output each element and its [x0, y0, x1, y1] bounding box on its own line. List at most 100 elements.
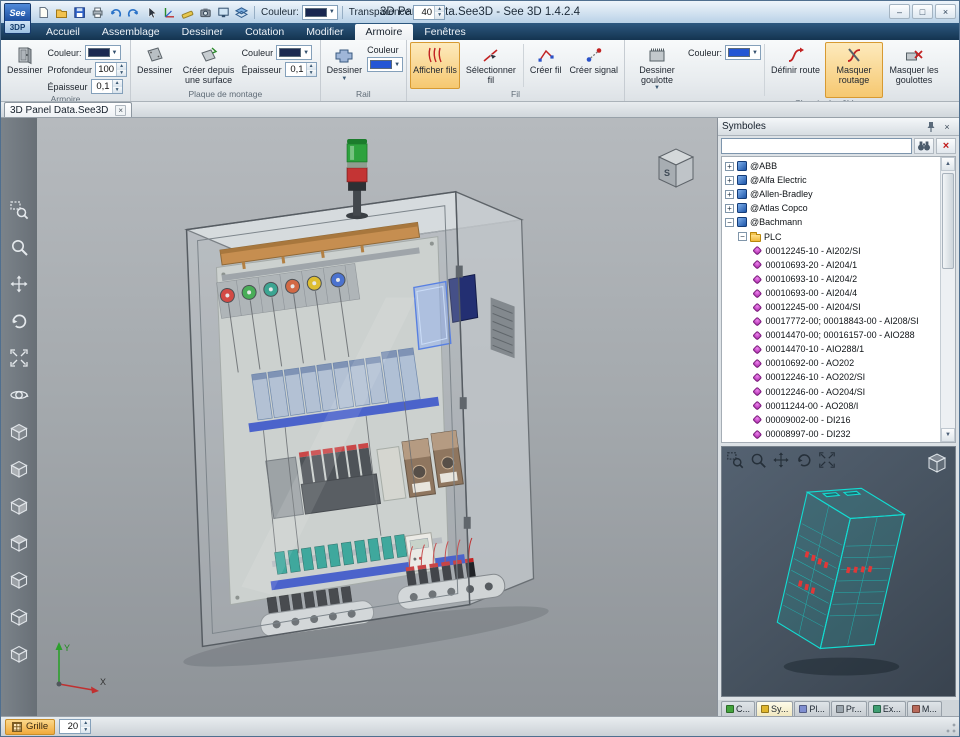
pan-icon[interactable]	[772, 451, 790, 474]
tab-dessiner[interactable]: Dessiner	[171, 24, 234, 40]
spin-down-icon[interactable]: ▼	[117, 70, 126, 77]
tab-modifier[interactable]: Modifier	[295, 24, 354, 40]
print-icon[interactable]	[89, 4, 106, 21]
new-file-icon[interactable]	[35, 4, 52, 21]
document-tab[interactable]: 3D Panel Data.See3D ×	[4, 102, 132, 117]
tree-item[interactable]: 00014470-10 - AIO288/1	[722, 342, 940, 356]
view-top-icon[interactable]	[7, 531, 31, 555]
plaque-color-dropdown[interactable]: ▼	[276, 45, 312, 60]
tree-item[interactable]: 00012245-10 - AI202/SI	[722, 244, 940, 258]
tree-item[interactable]: 00010693-20 - AI204/1	[722, 258, 940, 272]
zoom-icon[interactable]	[7, 235, 31, 259]
epaisseur-spinner[interactable]: 0,1▲▼	[91, 79, 123, 94]
afficher-goulottes-connectees-button[interactable]: Afficher les goulottes connectées	[945, 42, 959, 98]
axes-icon[interactable]	[161, 4, 178, 21]
search-binoculars-icon[interactable]	[914, 138, 934, 154]
tab-fenetres[interactable]: Fenêtres	[413, 24, 476, 40]
plaque-creer-surface-button[interactable]: Créer depuis une surface	[178, 42, 240, 89]
open-folder-icon[interactable]	[53, 4, 70, 21]
tab-accueil[interactable]: Accueil	[35, 24, 91, 40]
expand-icon[interactable]: +	[725, 190, 734, 199]
spin-down-icon[interactable]: ▼	[307, 70, 316, 77]
transparence-spinner[interactable]: 40 ▲▼	[413, 5, 445, 20]
close-button[interactable]: ×	[935, 4, 956, 19]
tab-cotation[interactable]: Cotation	[234, 24, 295, 40]
tree-item[interactable]: 00010693-00 - AI204/4	[722, 286, 940, 300]
view-front-icon[interactable]	[7, 457, 31, 481]
3d-viewport[interactable]: S Y X	[37, 118, 717, 716]
tree-item[interactable]: 00017772-00; 00018843-00 - AI208/SI	[722, 314, 940, 328]
creer-fil-button[interactable]: Créer fil	[527, 42, 565, 89]
panel-tab-plans[interactable]: Pl...	[794, 701, 830, 716]
zoom-fit-icon[interactable]	[7, 346, 31, 370]
clear-search-icon[interactable]: ×	[936, 138, 956, 154]
definir-route-button[interactable]: Définir route	[768, 42, 823, 98]
rail-dessiner-button[interactable]: Dessiner ▼	[324, 42, 366, 89]
camera-icon[interactable]	[197, 4, 214, 21]
document-close-icon[interactable]: ×	[115, 105, 126, 116]
view-bottom-icon[interactable]	[7, 642, 31, 666]
profondeur-spinner[interactable]: 100▲▼	[95, 62, 127, 77]
grid-size-spinner[interactable]: 20 ▲▼	[59, 719, 91, 734]
view-back-icon[interactable]	[7, 605, 31, 629]
view-iso-icon[interactable]	[7, 420, 31, 444]
plaque-dessiner-button[interactable]: Dessiner	[134, 42, 176, 89]
resize-grip[interactable]	[945, 722, 957, 734]
scrollbar-thumb[interactable]	[942, 173, 954, 269]
armoire-color-dropdown[interactable]: ▼	[85, 45, 121, 60]
rotate-view-icon[interactable]	[795, 451, 813, 474]
symbol-preview[interactable]	[721, 446, 956, 697]
panel-tab-symboles[interactable]: Sy...	[756, 701, 793, 716]
tree-item[interactable]: 00014470-00; 00016157-00 - AIO288	[722, 328, 940, 342]
expand-icon[interactable]: +	[725, 176, 734, 185]
zoom-window-icon[interactable]	[7, 198, 31, 222]
spin-down-icon[interactable]: ▼	[81, 727, 90, 734]
collapse-icon[interactable]: −	[738, 232, 747, 241]
spin-down-icon[interactable]: ▼	[113, 87, 122, 94]
expand-icon[interactable]: +	[725, 204, 734, 213]
preview-orientation-cube[interactable]	[924, 451, 950, 475]
redo-icon[interactable]	[125, 4, 142, 21]
tree-scrollbar[interactable]: ▲ ▼	[940, 157, 955, 442]
pan-icon[interactable]	[7, 272, 31, 296]
grid-toggle-button[interactable]: Grille	[5, 719, 55, 735]
plaque-epaisseur-spinner[interactable]: 0,1▲▼	[285, 62, 317, 77]
armoire-dessiner-button[interactable]: Dessiner	[4, 42, 46, 94]
tree-folder-plc[interactable]: −PLC	[722, 229, 940, 243]
save-icon[interactable]	[71, 4, 88, 21]
undo-icon[interactable]	[107, 4, 124, 21]
expand-icon[interactable]: +	[725, 162, 734, 171]
masquer-goulottes-button[interactable]: Masquer les goulottes	[885, 42, 943, 98]
zoom-icon[interactable]	[749, 451, 767, 474]
qat-color-dropdown[interactable]: ▼	[302, 5, 338, 20]
tree-item[interactable]: 00008997-00 - DI232	[722, 427, 940, 441]
tree-item[interactable]: 00012246-10 - AO202/SI	[722, 370, 940, 384]
tree-item[interactable]: 00011244-00 - AO208/I	[722, 399, 940, 413]
ruler-icon[interactable]	[179, 4, 196, 21]
tree-item[interactable]: 00010692-00 - AO202	[722, 356, 940, 370]
tree-item[interactable]: 00012245-00 - AI204/SI	[722, 300, 940, 314]
pointer-icon[interactable]	[143, 4, 160, 21]
orbit-icon[interactable]	[7, 383, 31, 407]
minimize-button[interactable]: –	[889, 4, 910, 19]
tree-brand-allen-bradley[interactable]: +@Allen-Bradley	[722, 187, 940, 201]
tree-item[interactable]: 00010693-10 - AI204/2	[722, 272, 940, 286]
collapse-icon[interactable]: −	[725, 218, 734, 227]
zoom-fit-icon[interactable]	[818, 451, 836, 474]
tab-armoire[interactable]: Armoire	[355, 24, 414, 40]
panel-tab-explorateur[interactable]: Ex...	[868, 701, 906, 716]
dessiner-goulotte-button[interactable]: Dessiner goulotte ▼	[628, 42, 686, 98]
afficher-fils-button[interactable]: Afficher fils	[410, 42, 460, 89]
tab-assemblage[interactable]: Assemblage	[91, 24, 171, 40]
layers-icon[interactable]	[233, 4, 250, 21]
spin-down-icon[interactable]: ▼	[435, 12, 444, 19]
view-left-icon[interactable]	[7, 568, 31, 592]
rail-color-dropdown[interactable]: ▼	[367, 57, 403, 72]
pin-icon[interactable]	[923, 120, 939, 134]
scroll-down-icon[interactable]: ▼	[941, 428, 955, 442]
panel-tab-proprietes[interactable]: Pr...	[831, 701, 867, 716]
selectionner-fil-button[interactable]: Sélectionner fil	[462, 42, 520, 89]
zoom-window-icon[interactable]	[726, 451, 744, 474]
masquer-routage-button[interactable]: Masquer routage	[825, 42, 883, 98]
tree-brand-bachmann[interactable]: −@Bachmann	[722, 215, 940, 229]
